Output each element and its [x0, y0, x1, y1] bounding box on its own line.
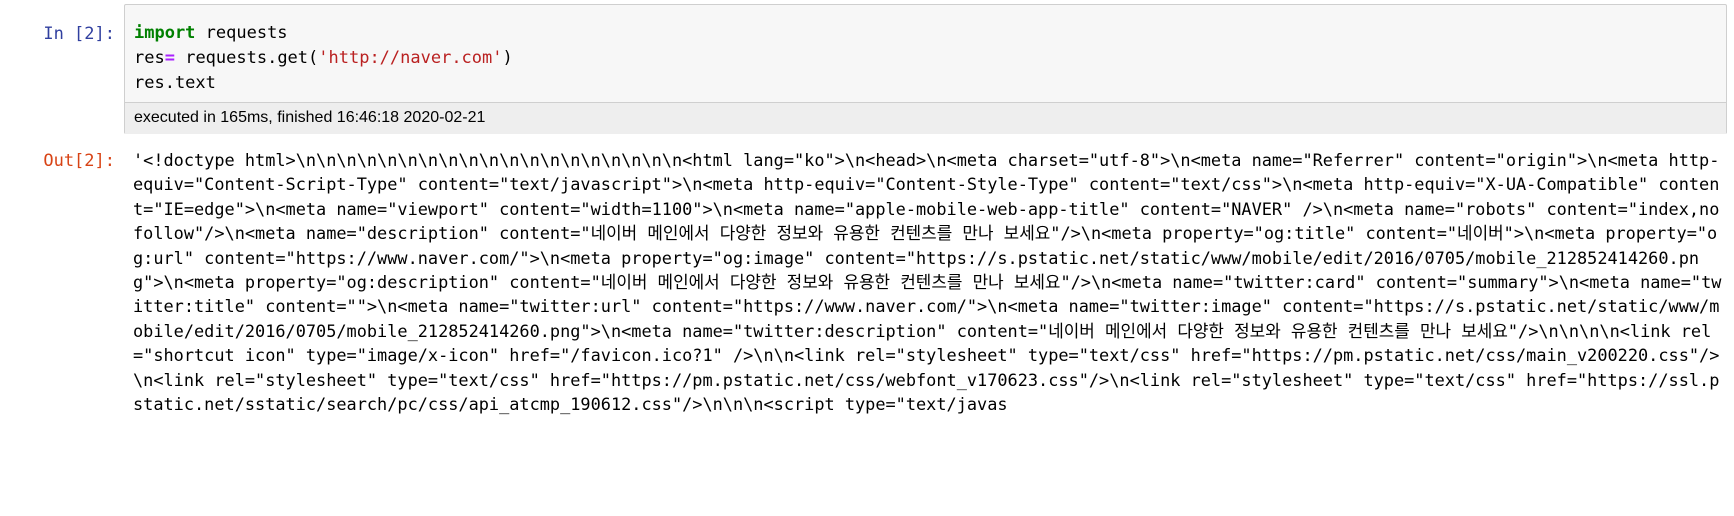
code-input-cell[interactable]: import requests res= requests.get('http:…: [124, 4, 1727, 134]
code-line2-close: ): [502, 48, 513, 68]
code-line2-var: res: [134, 48, 165, 68]
code-line2-call: requests.get(: [174, 48, 319, 68]
code-line2-string: 'http://naver.com': [318, 48, 503, 68]
output-prompt: Out[2]:: [43, 151, 115, 171]
code-editor[interactable]: import requests res= requests.get('http:…: [134, 21, 513, 96]
execution-info-text: executed in 165ms, finished 16:46:18 202…: [134, 109, 486, 126]
execution-info-bar: executed in 165ms, finished 16:46:18 202…: [125, 102, 1726, 134]
input-prompt: In [2]:: [43, 24, 115, 44]
output-text: '<!doctype html>\n\n\n\n\n\n\n\n\n\n\n\n…: [133, 150, 1730, 415]
code-line2-operator: =: [164, 48, 175, 68]
code-keyword-import: import: [134, 23, 196, 43]
code-line1-rest: requests: [195, 23, 288, 43]
code-line3: res.text: [134, 73, 216, 93]
